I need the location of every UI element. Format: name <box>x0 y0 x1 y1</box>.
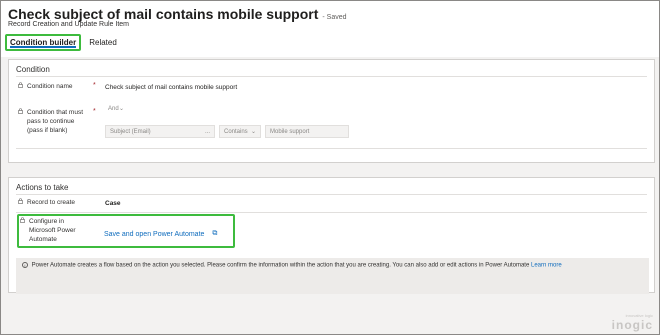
section-divider <box>16 194 647 195</box>
field-select[interactable]: Subject (Email) ... <box>105 125 215 138</box>
tab-bar: Condition builder Related <box>5 34 121 51</box>
lock-icon <box>18 198 25 207</box>
chevron-down-icon: ⌄ <box>250 129 256 135</box>
open-power-automate-link[interactable]: Save and open Power Automate ⧉ <box>104 230 217 238</box>
tab-related[interactable]: Related <box>85 35 121 50</box>
page-title: Check subject of mail contains mobile su… <box>8 6 319 22</box>
title-row: Check subject of mail contains mobile su… <box>8 6 347 22</box>
pass-label-line2: pass to continue <box>27 118 75 125</box>
active-tab-indicator <box>10 46 77 48</box>
open-power-automate-label: Save and open Power Automate <box>104 230 205 238</box>
pass-condition-label: Condition that must pass to continue (pa… <box>18 108 83 135</box>
tab-related-label: Related <box>89 38 117 47</box>
actions-section-title: Actions to take <box>16 183 69 192</box>
save-status: - Saved <box>322 14 347 21</box>
lock-icon <box>20 217 27 244</box>
condition-name-label-text: Condition name <box>27 83 73 90</box>
condition-name-label: Condition name <box>18 82 73 91</box>
operator-select[interactable]: And ⌄ <box>103 102 129 115</box>
condition-section: Condition Condition name * Check subject… <box>8 59 655 163</box>
external-link-icon: ⧉ <box>212 230 218 237</box>
configure-label: Configure in Microsoft Power Automate <box>20 217 76 244</box>
record-to-create-label-text: Record to create <box>27 199 76 206</box>
chevron-down-icon: ⌄ <box>118 106 124 112</box>
watermark-brand: inogic <box>611 318 653 332</box>
pass-label-line3: (pass if blank) <box>27 127 68 134</box>
learn-more-link[interactable]: Learn more <box>531 263 562 269</box>
tab-condition-builder[interactable]: Condition builder <box>5 34 82 51</box>
info-banner: i Power Automate creates a flow based on… <box>16 258 649 294</box>
comparison-value: Contains <box>224 128 248 135</box>
required-indicator: * <box>93 108 96 115</box>
compare-value-text: Mobile support <box>270 128 310 135</box>
compare-value-input[interactable]: Mobile support <box>265 125 349 138</box>
entity-subtitle: Record Creation and Update Rule Item <box>8 21 130 28</box>
more-icon: ... <box>204 128 210 135</box>
comparison-select[interactable]: Contains ⌄ <box>219 125 261 138</box>
section-divider <box>16 76 647 77</box>
field-value: Subject (Email) <box>110 128 151 135</box>
section-divider <box>16 148 647 149</box>
section-divider <box>16 212 647 213</box>
operator-value: And <box>108 105 119 112</box>
condition-section-title: Condition <box>16 65 50 74</box>
info-icon: i <box>22 262 28 268</box>
lock-icon <box>18 108 25 135</box>
pass-label-line1: Condition that must <box>27 109 84 116</box>
watermark: innovative logic inogic <box>612 313 653 332</box>
lock-icon <box>18 82 25 91</box>
page-header: Check subject of mail contains mobile su… <box>1 1 659 57</box>
record-to-create-label: Record to create <box>18 198 75 207</box>
configure-label-line2: Microsoft Power <box>29 227 76 234</box>
record-to-create-value: Case <box>105 200 121 207</box>
configure-label-line3: Automate <box>29 236 57 243</box>
actions-section: Actions to take Record to create Case Co… <box>8 177 655 294</box>
configure-label-line1: Configure in <box>29 218 65 225</box>
info-text: Power Automate creates a flow based on t… <box>31 262 530 269</box>
condition-name-value[interactable]: Check subject of mail contains mobile su… <box>105 84 237 91</box>
required-indicator: * <box>93 82 96 89</box>
